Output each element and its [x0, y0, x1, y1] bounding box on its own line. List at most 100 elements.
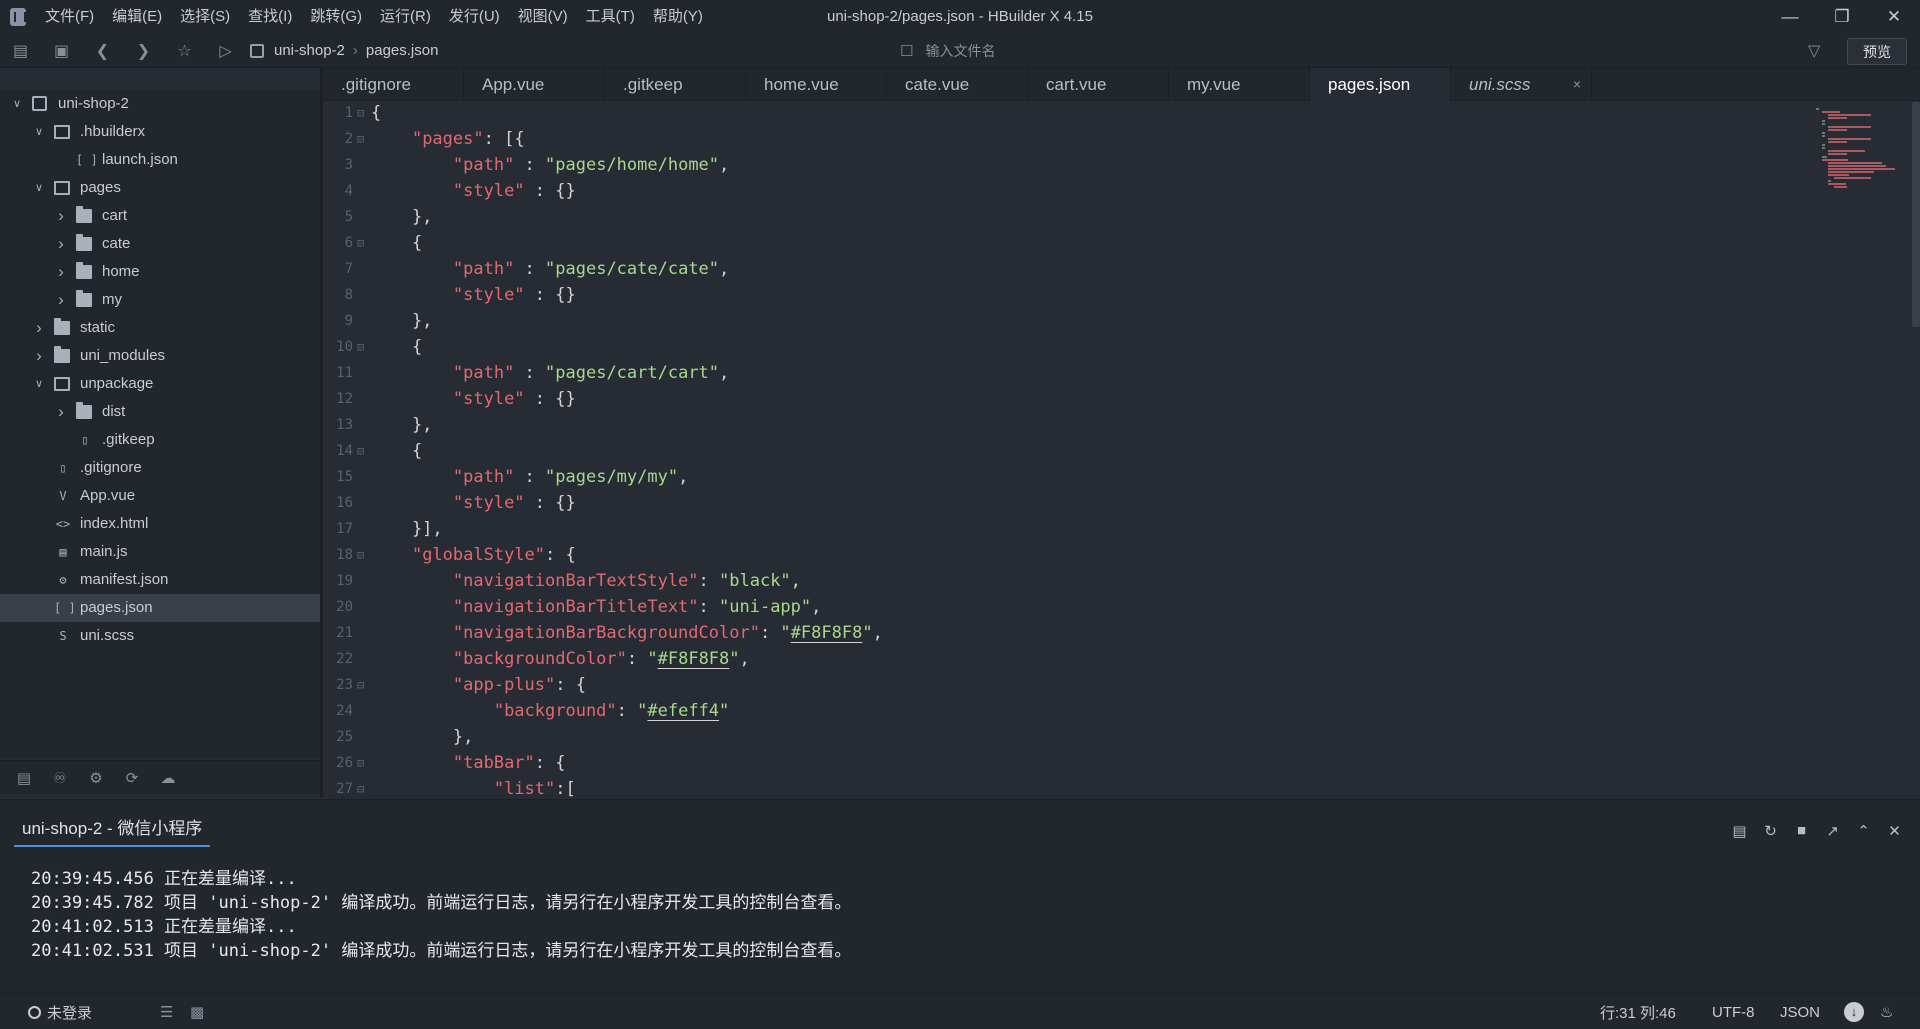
- chevron-right-icon[interactable]: ›: [32, 342, 46, 370]
- code-line[interactable]: 1 ⊟ {: [323, 102, 1808, 126]
- chevron-right-icon[interactable]: ›: [32, 314, 46, 342]
- menu-select[interactable]: 选择(S): [171, 0, 239, 34]
- debug-bug-icon[interactable]: ⚙: [78, 769, 114, 787]
- console-tab[interactable]: uni-shop-2 - 微信小程序: [14, 814, 211, 847]
- menu-find[interactable]: 查找(I): [239, 0, 301, 34]
- fold-icon[interactable]: ⊟: [357, 672, 364, 698]
- back-icon[interactable]: ❮: [82, 34, 123, 68]
- menu-help[interactable]: 帮助(Y): [644, 0, 712, 34]
- filter-icon[interactable]: ▽: [1808, 34, 1820, 68]
- chevron-right-icon[interactable]: ›: [54, 398, 68, 426]
- code-line[interactable]: 17 }],: [323, 516, 1808, 542]
- sidebar-item-dist[interactable]: › dist: [0, 398, 320, 426]
- export-icon[interactable]: ↗: [1817, 822, 1848, 840]
- forward-icon[interactable]: ❯: [123, 34, 164, 68]
- tab-home-vue[interactable]: home.vue: [746, 68, 887, 101]
- fold-icon[interactable]: ⊟: [357, 776, 364, 798]
- chevron-down-icon[interactable]: ∨: [10, 90, 24, 118]
- new-file-icon[interactable]: ▤: [0, 34, 41, 68]
- terminal-icon[interactable]: ▩: [190, 994, 204, 1029]
- breadcrumb-file[interactable]: pages.json: [366, 42, 439, 59]
- tab-cate-vue[interactable]: cate.vue: [887, 68, 1028, 101]
- sidebar-item-pages-json[interactable]: [ ] pages.json: [0, 594, 320, 622]
- chevron-right-icon[interactable]: ›: [54, 202, 68, 230]
- sidebar-item-uni-modules[interactable]: › uni_modules: [0, 342, 320, 370]
- source-control-icon[interactable]: ⟳: [114, 769, 150, 787]
- cursor-position[interactable]: 行:31 列:46: [1600, 994, 1676, 1029]
- tab-cart-vue[interactable]: cart.vue: [1028, 68, 1169, 101]
- sidebar-item-static[interactable]: › static: [0, 314, 320, 342]
- cloud-icon[interactable]: ☁: [150, 769, 186, 787]
- code-line[interactable]: 13 },: [323, 412, 1808, 438]
- sidebar-item-gitkeep[interactable]: ▯ .gitkeep: [0, 426, 320, 454]
- sidebar-item-main-js[interactable]: ▤ main.js: [0, 538, 320, 566]
- menu-tools[interactable]: 工具(T): [577, 0, 644, 34]
- fold-icon[interactable]: ⊟: [357, 334, 364, 360]
- chevron-right-icon[interactable]: ›: [54, 230, 68, 258]
- chevron-right-icon[interactable]: ›: [54, 258, 68, 286]
- code-line[interactable]: 6 ⊟ {: [323, 230, 1808, 256]
- close-icon[interactable]: ✕: [1868, 0, 1920, 34]
- menu-view[interactable]: 视图(V): [509, 0, 577, 34]
- breadcrumb-project[interactable]: uni-shop-2: [274, 42, 345, 59]
- chevron-down-icon[interactable]: ∨: [32, 174, 46, 202]
- fold-icon[interactable]: ⊟: [357, 750, 364, 776]
- fold-icon[interactable]: ⊟: [357, 230, 364, 256]
- code-line[interactable]: 25 },: [323, 724, 1808, 750]
- preview-button[interactable]: 预览: [1847, 38, 1907, 65]
- sidebar-item-index-html[interactable]: <> index.html: [0, 510, 320, 538]
- sidebar-item-manifest-json[interactable]: ⚙ manifest.json: [0, 566, 320, 594]
- sidebar-item-app-vue[interactable]: V App.vue: [0, 482, 320, 510]
- code-line[interactable]: 20 "navigationBarTitleText": "uni-app",: [323, 594, 1808, 620]
- code-line[interactable]: 7 "path" : "pages/cate/cate",: [323, 256, 1808, 282]
- fold-icon[interactable]: ⊟: [357, 542, 364, 568]
- explorer-icon[interactable]: ▤: [6, 769, 42, 787]
- menu-edit[interactable]: 编辑(E): [103, 0, 171, 34]
- editor-scrollbar[interactable]: [1912, 102, 1920, 327]
- code-line[interactable]: 24 "background": "#efeff4": [323, 698, 1808, 724]
- sidebar-item-cate[interactable]: › cate: [0, 230, 320, 258]
- menu-file[interactable]: 文件(F): [36, 0, 103, 34]
- list-icon[interactable]: ☰: [160, 994, 173, 1029]
- code-line[interactable]: 10 ⊟ {: [323, 334, 1808, 360]
- sidebar-item-home[interactable]: › home: [0, 258, 320, 286]
- code-line[interactable]: 8 "style" : {}: [323, 282, 1808, 308]
- sidebar-item-pages[interactable]: ∨ pages: [0, 174, 320, 202]
- code-line[interactable]: 26 ⊟ "tabBar": {: [323, 750, 1808, 776]
- clear-console-icon[interactable]: ✕: [1879, 822, 1910, 840]
- code-line[interactable]: 5 },: [323, 204, 1808, 230]
- tab-gitignore[interactable]: .gitignore: [323, 68, 464, 101]
- tab-close-icon[interactable]: ×: [1573, 68, 1581, 101]
- code-line[interactable]: 4 "style" : {}: [323, 178, 1808, 204]
- menu-run[interactable]: 运行(R): [371, 0, 440, 34]
- fold-icon[interactable]: ⊟: [357, 126, 364, 152]
- stop-icon[interactable]: ■: [1786, 822, 1817, 840]
- login-label[interactable]: 未登录: [47, 1002, 92, 1023]
- tab-uni-scss[interactable]: uni.scss ×: [1451, 68, 1592, 101]
- binoculars-icon[interactable]: ♾: [42, 769, 78, 787]
- tab-app-vue[interactable]: App.vue: [464, 68, 605, 101]
- minimize-icon[interactable]: —: [1764, 0, 1816, 34]
- code-line[interactable]: 16 "style" : {}: [323, 490, 1808, 516]
- tab-pages-json[interactable]: pages.json: [1310, 68, 1451, 101]
- menu-goto[interactable]: 跳转(G): [301, 0, 371, 34]
- chevron-right-icon[interactable]: ›: [54, 286, 68, 314]
- code-line[interactable]: 21 "navigationBarBackgroundColor": "#F8F…: [323, 620, 1808, 646]
- tab-my-vue[interactable]: my.vue: [1169, 68, 1310, 101]
- sidebar-item-cart[interactable]: › cart: [0, 202, 320, 230]
- file-search-placeholder[interactable]: 输入文件名: [925, 41, 995, 61]
- menu-publish[interactable]: 发行(U): [440, 0, 509, 34]
- sidebar-item-my[interactable]: › my: [0, 286, 320, 314]
- code-line[interactable]: 14 ⊟ {: [323, 438, 1808, 464]
- code-line[interactable]: 27 ⊟ "list":[: [323, 776, 1808, 798]
- code-line[interactable]: 15 "path" : "pages/my/my",: [323, 464, 1808, 490]
- sidebar-item-gitignore[interactable]: ▯ .gitignore: [0, 454, 320, 482]
- restart-icon[interactable]: ↻: [1755, 822, 1786, 840]
- login-status[interactable]: 未登录: [28, 994, 92, 1029]
- collapse-up-icon[interactable]: ⌃: [1848, 822, 1879, 840]
- code-line[interactable]: 11 "path" : "pages/cart/cart",: [323, 360, 1808, 386]
- chevron-down-icon[interactable]: ∨: [32, 370, 46, 398]
- sidebar-item-uni-scss[interactable]: Suni.scss: [0, 622, 320, 650]
- minimap[interactable]: [1812, 102, 1908, 282]
- restore-icon[interactable]: ❐: [1816, 0, 1868, 34]
